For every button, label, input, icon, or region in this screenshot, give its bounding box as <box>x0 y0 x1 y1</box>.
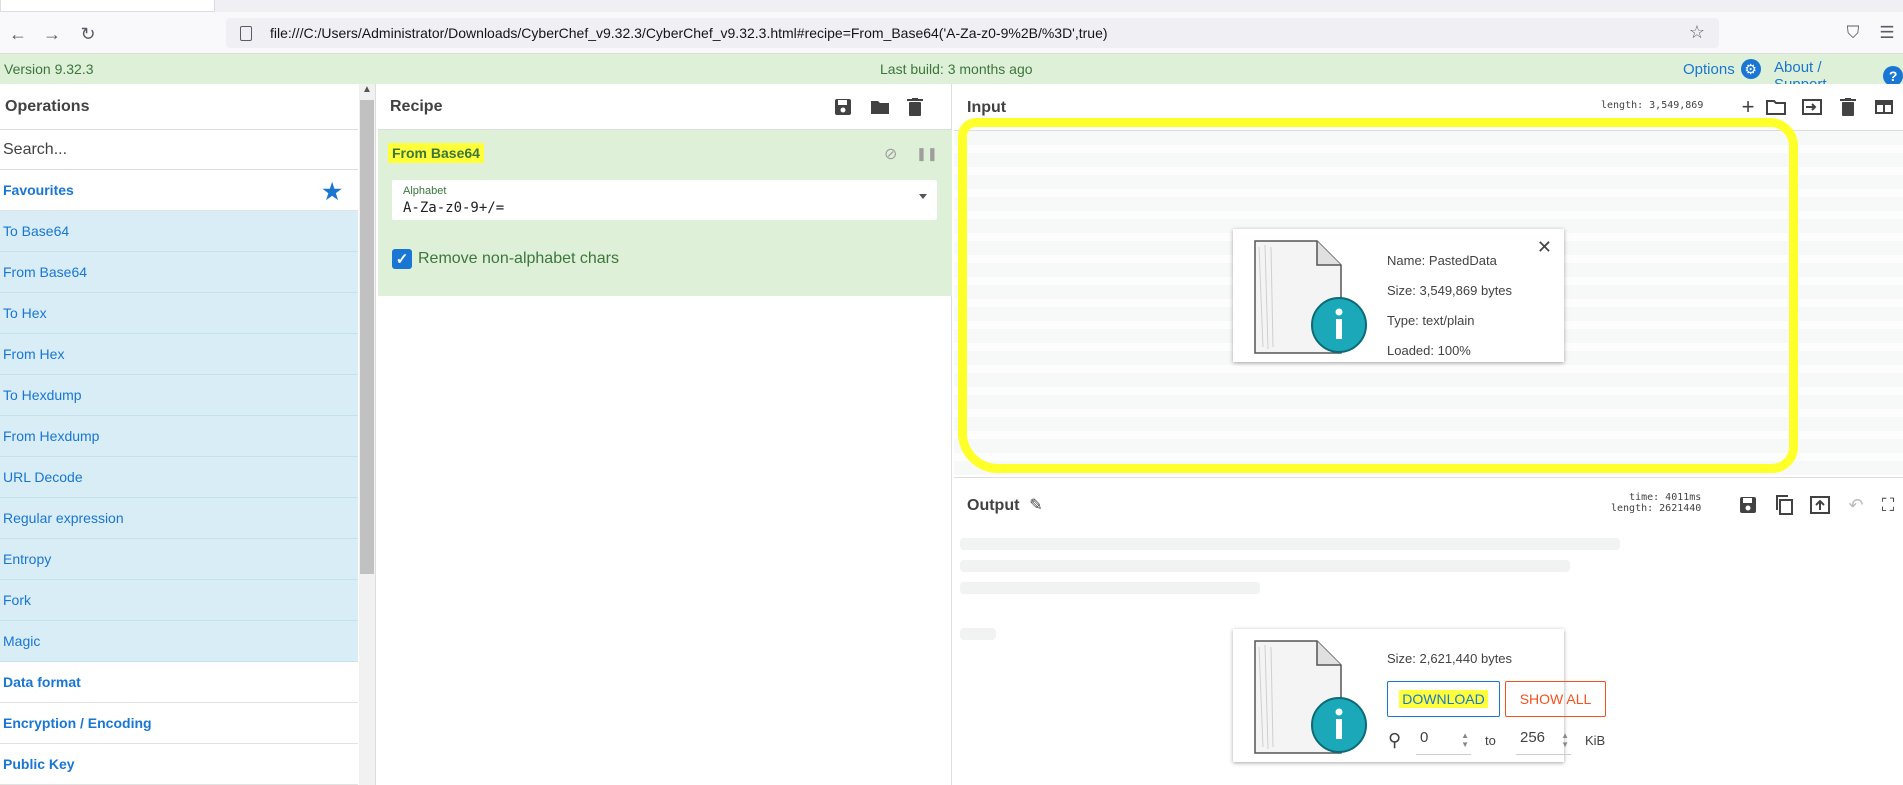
range-unit: KiB <box>1585 733 1606 748</box>
download-button[interactable]: DOWNLOAD <box>1387 681 1500 717</box>
operation-item[interactable]: To Base64 <box>0 211 358 252</box>
operations-list: Favourites ★ To Base64 From Base64 To He… <box>0 170 358 785</box>
category-data-format[interactable]: Data format <box>0 662 358 703</box>
reload-icon[interactable]: ↻ <box>74 20 102 48</box>
pause-icon[interactable]: ❚❚ <box>916 146 938 162</box>
file-info-icon <box>1254 640 1367 754</box>
category-encryption-encoding[interactable]: Encryption / Encoding <box>0 703 358 744</box>
current-tab[interactable] <box>0 0 215 12</box>
output-stats: time: 4011ms length: 2621440 <box>1611 492 1701 514</box>
open-file-icon[interactable] <box>1800 96 1824 118</box>
checkbox-label: Remove non-alphabet chars <box>418 250 620 267</box>
operation-item[interactable]: From Base64 <box>0 252 358 293</box>
output-text-blur <box>960 582 1260 594</box>
app-banner: Version 9.32.3 Last build: 3 months ago … <box>0 54 1903 93</box>
url-bar[interactable]: file:///C:/Users/Administrator/Downloads… <box>226 18 1719 48</box>
input-panel: Input length: 3,549,869 + ✕ Name: Pasted… <box>954 84 1903 475</box>
tab-strip <box>0 0 1903 12</box>
menu-icon[interactable]: ☰ <box>1874 20 1900 46</box>
alphabet-label: Alphabet <box>403 185 447 197</box>
operation-item[interactable]: Fork <box>0 580 358 621</box>
copy-icon[interactable] <box>1772 494 1796 516</box>
clear-input-icon[interactable] <box>1836 96 1860 118</box>
star-icon[interactable]: ★ <box>322 179 342 205</box>
output-file-size: Size: 2,621,440 bytes <box>1387 651 1513 666</box>
alphabet-value: A-Za-z0-9+/= <box>403 200 505 216</box>
operations-search-input[interactable]: Search... <box>0 130 358 170</box>
operation-item[interactable]: Entropy <box>0 539 358 580</box>
output-length-label: length: 2621440 <box>1611 503 1702 514</box>
alphabet-select[interactable]: Alphabet A-Za-z0-9+/= <box>392 180 937 220</box>
save-output-icon[interactable] <box>1736 494 1760 516</box>
operation-item[interactable]: From Hexdump <box>0 416 358 457</box>
operation-item[interactable]: Regular expression <box>0 498 358 539</box>
pocket-icon[interactable]: ⛉ <box>1840 20 1866 46</box>
remove-non-alphabet-checkbox[interactable]: ✓ Remove non-alphabet chars <box>392 249 619 269</box>
operation-item[interactable]: To Hexdump <box>0 375 358 416</box>
trash-icon[interactable] <box>904 97 926 117</box>
output-text-blur <box>960 538 1620 550</box>
recipe-operation[interactable]: From Base64 ⊘ ❚❚ Alphabet A-Za-z0-9+/= ✓… <box>378 130 952 296</box>
layout-icon[interactable] <box>1872 96 1896 118</box>
output-time-label: time: 4011ms <box>1629 492 1702 503</box>
output-file-details: Size: 2,621,440 bytes DOWNLOAD SHOW ALL … <box>1233 629 1606 762</box>
checkbox-checked-icon[interactable]: ✓ <box>392 249 412 269</box>
url-text: file:///C:/Users/Administrator/Downloads… <box>270 25 1108 41</box>
category-public-key[interactable]: Public Key <box>0 744 358 785</box>
download-label: DOWNLOAD <box>1399 690 1488 708</box>
operations-title: Operations <box>0 84 358 130</box>
browser-toolbar: ← → ↻ file:///C:/Users/Administrator/Dow… <box>0 12 1903 54</box>
range-to-value: 256 <box>1520 729 1546 746</box>
folder-icon[interactable] <box>869 97 891 117</box>
output-panel: Output ✎ time: 4011ms length: 2621440 ↶ … <box>954 477 1903 785</box>
operations-panel: Operations Search... Favourites ★ To Bas… <box>0 84 376 785</box>
bookmark-star-icon[interactable]: ☆ <box>1689 22 1705 43</box>
recipe-panel: Recipe From Base64 ⊘ ❚❚ Alphabet A-Za-z0… <box>378 84 952 785</box>
add-tab-icon[interactable]: + <box>1736 94 1760 119</box>
show-all-button[interactable]: SHOW ALL <box>1505 681 1606 717</box>
recipe-title: Recipe <box>378 84 952 130</box>
replace-input-icon[interactable] <box>1808 494 1832 516</box>
options-button[interactable]: Options ⚙ <box>1683 59 1761 79</box>
version-label: Version 9.32.3 <box>4 61 94 77</box>
help-icon: ? <box>1883 66 1903 86</box>
operation-name: From Base64 <box>388 143 484 163</box>
spinner-icon[interactable]: ▲ ▼ <box>1561 731 1569 749</box>
screen: ← → ↻ file:///C:/Users/Administrator/Dow… <box>0 0 1903 785</box>
search-icon: ⚲ <box>1388 730 1402 750</box>
input-title: Input <box>967 99 1007 116</box>
operations-scrollbar[interactable]: ▲ <box>359 84 375 785</box>
operation-item[interactable]: Magic <box>0 621 358 662</box>
operation-item[interactable]: URL Decode <box>0 457 358 498</box>
forward-icon[interactable]: → <box>38 20 66 48</box>
gear-icon: ⚙ <box>1740 59 1761 79</box>
scroll-up-icon[interactable]: ▲ <box>362 84 372 95</box>
last-build-label: Last build: 3 months ago <box>880 61 1033 77</box>
undo-icon[interactable]: ↶ <box>1844 494 1868 516</box>
back-icon[interactable]: ← <box>4 20 32 48</box>
category-label: Favourites <box>3 182 74 198</box>
range-from-input[interactable]: 0 ▲ ▼ <box>1416 729 1471 755</box>
output-text-blur <box>960 560 1570 572</box>
operation-item[interactable]: To Hex <box>0 293 358 334</box>
disable-icon[interactable]: ⊘ <box>884 144 897 164</box>
output-text-blur <box>960 628 996 640</box>
options-label: Options <box>1683 60 1735 78</box>
input-length-label: length: 3,549,869 <box>1601 100 1704 111</box>
spinner-icon[interactable]: ▲ ▼ <box>1461 731 1469 749</box>
open-folder-icon[interactable] <box>1764 96 1788 118</box>
chevron-down-icon <box>919 194 927 199</box>
save-icon[interactable] <box>832 97 854 117</box>
maximise-icon[interactable]: ⛶ <box>1876 494 1900 516</box>
output-title: Output <box>967 497 1020 514</box>
category-favourites[interactable]: Favourites ★ <box>0 170 358 211</box>
magic-wand-icon[interactable]: ✎ <box>1024 494 1048 516</box>
range-to-input[interactable]: 256 ▲ ▼ <box>1516 729 1571 755</box>
range-from-value: 0 <box>1420 729 1429 746</box>
scrollbar-thumb[interactable] <box>360 100 374 574</box>
file-icon <box>240 25 252 41</box>
range-to-label: to <box>1485 733 1496 748</box>
highlight-annotation <box>958 118 1798 473</box>
operation-item[interactable]: From Hex <box>0 334 358 375</box>
